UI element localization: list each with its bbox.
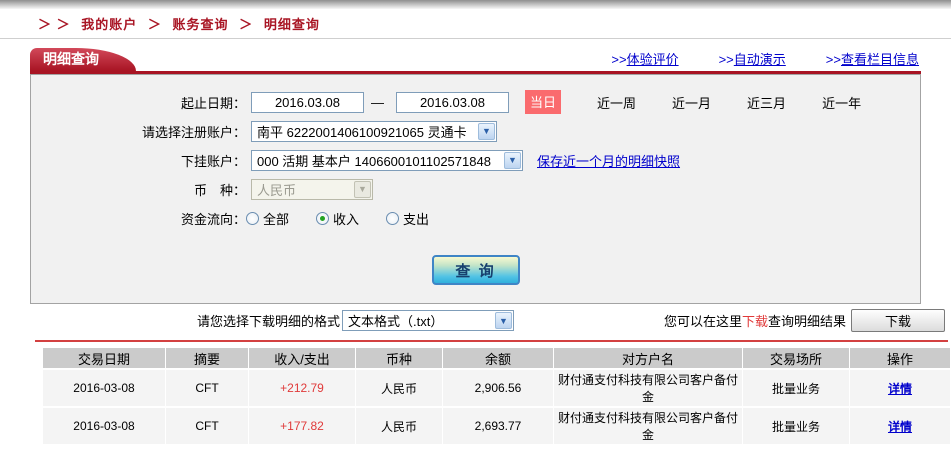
sub-account-label: 下挂账户： — [31, 151, 246, 170]
date-to-input[interactable] — [396, 92, 509, 113]
download-row: 请您选择下载明细的格式 文本格式（.txt） ▼ 您可以在这里 下载 查询明细结… — [0, 307, 951, 334]
sub-account-row: 下挂账户： 000 活期 基本户 1406600101102571848 ▼ 保… — [31, 149, 920, 171]
quick-range-month[interactable]: 近一月 — [672, 93, 711, 112]
fund-flow-label: 资金流向： — [31, 209, 246, 228]
table-row: 2016-03-08 CFT +212.79 人民币 2,906.56 财付通支… — [43, 370, 950, 406]
cell-summary: CFT — [166, 408, 248, 444]
tab-detail-query[interactable]: 明细查询 — [30, 48, 136, 71]
quick-range-year[interactable]: 近一年 — [822, 93, 861, 112]
currency-value: 人民币 — [257, 180, 353, 199]
download-format-select[interactable]: 文本格式（.txt） ▼ — [342, 310, 514, 331]
date-range-label: 起止日期： — [31, 93, 246, 112]
cell-balance: 2,906.56 — [443, 370, 553, 406]
query-form-panel: 起止日期： — 当日 近一周 近一月 近三月 近一年 请选择注册账户： 南平 6… — [30, 74, 921, 304]
link-view-column-info[interactable]: >>查看栏目信息 — [826, 49, 919, 68]
breadcrumb-item-account-query[interactable]: 账务查询 — [173, 17, 229, 32]
radio-option-all[interactable]: 全部 — [246, 209, 289, 228]
link-prefix: >> — [826, 52, 841, 67]
quick-range-today[interactable]: 当日 — [525, 90, 561, 114]
radio-label-income: 收入 — [333, 209, 359, 228]
download-button[interactable]: 下载 — [851, 309, 945, 332]
transaction-table: 交易日期 摘要 收入/支出 币种 余额 对方户名 交易场所 操作 2016-03… — [42, 346, 951, 446]
header-links: >>体验评价 >>自动演示 >>查看栏目信息 — [611, 49, 919, 68]
col-header-date: 交易日期 — [43, 348, 165, 368]
cell-balance: 2,693.77 — [443, 408, 553, 444]
link-auto-demo[interactable]: >>自动演示 — [719, 49, 786, 68]
quick-range-week[interactable]: 近一周 — [597, 93, 636, 112]
radio-icon[interactable] — [246, 212, 259, 225]
col-header-counterparty: 对方户名 — [554, 348, 742, 368]
col-header-currency: 币种 — [356, 348, 442, 368]
currency-select: 人民币 ▼ — [251, 179, 373, 200]
download-format-group: 请您选择下载明细的格式 文本格式（.txt） ▼ — [197, 310, 514, 331]
col-header-amount: 收入/支出 — [249, 348, 355, 368]
register-account-row: 请选择注册账户： 南平 6222001406100921065 灵通卡 ▼ — [31, 120, 920, 142]
fund-flow-row: 资金流向： 全部 收入 支出 — [31, 207, 920, 229]
cell-counterparty: 财付通支付科技有限公司客户备付金 — [554, 370, 742, 406]
cell-date: 2016-03-08 — [43, 370, 165, 406]
chevron-down-icon: ▼ — [354, 181, 371, 198]
register-account-select[interactable]: 南平 6222001406100921065 灵通卡 ▼ — [251, 121, 497, 142]
chevron-down-icon[interactable]: ▼ — [504, 152, 521, 169]
top-gradient-bar — [0, 0, 951, 9]
query-button[interactable]: 查 询 — [432, 255, 520, 285]
radio-label-expense: 支出 — [403, 209, 429, 228]
col-header-place: 交易场所 — [743, 348, 849, 368]
date-dash: — — [371, 95, 384, 110]
breadcrumb-item-detail-query: 明细查询 — [264, 17, 320, 32]
cell-summary: CFT — [166, 370, 248, 406]
currency-label: 币 种： — [31, 180, 246, 199]
cell-place: 批量业务 — [743, 408, 849, 444]
link-experience-review[interactable]: >>体验评价 — [611, 49, 678, 68]
date-range-row: 起止日期： — 当日 近一周 近一月 近三月 近一年 — [31, 91, 920, 113]
radio-icon[interactable] — [386, 212, 399, 225]
radio-option-income[interactable]: 收入 — [316, 209, 359, 228]
date-from-input[interactable] — [251, 92, 364, 113]
download-hint-link[interactable]: 下载 — [742, 311, 768, 330]
register-account-value: 南平 6222001406100921065 灵通卡 — [257, 122, 477, 141]
sub-account-select[interactable]: 000 活期 基本户 1406600101102571848 ▼ — [251, 150, 523, 171]
radio-icon[interactable] — [316, 212, 329, 225]
breadcrumb-separator: ＞ — [239, 17, 253, 32]
cell-counterparty: 财付通支付科技有限公司客户备付金 — [554, 408, 742, 444]
currency-row: 币 种： 人民币 ▼ — [31, 178, 920, 200]
col-header-action: 操作 — [850, 348, 950, 368]
tab-row: 明细查询 >>体验评价 >>自动演示 >>查看栏目信息 — [30, 48, 921, 71]
cell-amount: +177.82 — [249, 408, 355, 444]
cell-amount: +212.79 — [249, 370, 355, 406]
breadcrumb-item-my-account[interactable]: 我的账户 — [81, 17, 137, 32]
breadcrumb-prefix: ＞ ＞ — [38, 17, 71, 32]
result-divider — [35, 340, 948, 342]
cell-currency: 人民币 — [356, 408, 442, 444]
breadcrumb-separator: ＞ — [148, 17, 162, 32]
download-hint-group: 您可以在这里 下载 查询明细结果 下载 — [664, 309, 945, 332]
link-prefix: >> — [611, 52, 626, 67]
header-divider — [0, 38, 951, 39]
col-header-balance: 余额 — [443, 348, 553, 368]
detail-link[interactable]: 详情 — [888, 420, 912, 434]
cell-place: 批量业务 — [743, 370, 849, 406]
table-header-row: 交易日期 摘要 收入/支出 币种 余额 对方户名 交易场所 操作 — [43, 348, 950, 368]
breadcrumb: ＞ ＞ 我的账户 ＞ 账务查询 ＞ 明细查询 — [0, 9, 951, 38]
sub-account-value: 000 活期 基本户 1406600101102571848 — [257, 151, 503, 170]
chevron-down-icon[interactable]: ▼ — [495, 312, 512, 329]
download-format-label: 请您选择下载明细的格式 — [197, 311, 340, 330]
col-header-summary: 摘要 — [166, 348, 248, 368]
download-format-value: 文本格式（.txt） — [348, 311, 494, 330]
download-hint-prefix: 您可以在这里 — [664, 311, 742, 330]
chevron-down-icon[interactable]: ▼ — [478, 123, 495, 140]
download-hint-suffix: 查询明细结果 — [768, 311, 846, 330]
radio-label-all: 全部 — [263, 209, 289, 228]
table-row: 2016-03-08 CFT +177.82 人民币 2,693.77 财付通支… — [43, 408, 950, 444]
cell-date: 2016-03-08 — [43, 408, 165, 444]
cell-currency: 人民币 — [356, 370, 442, 406]
radio-option-expense[interactable]: 支出 — [386, 209, 429, 228]
detail-link[interactable]: 详情 — [888, 382, 912, 396]
register-account-label: 请选择注册账户： — [31, 122, 246, 141]
save-snapshot-link[interactable]: 保存近一个月的明细快照 — [537, 151, 680, 170]
link-prefix: >> — [719, 52, 734, 67]
quick-range-quarter[interactable]: 近三月 — [747, 93, 786, 112]
